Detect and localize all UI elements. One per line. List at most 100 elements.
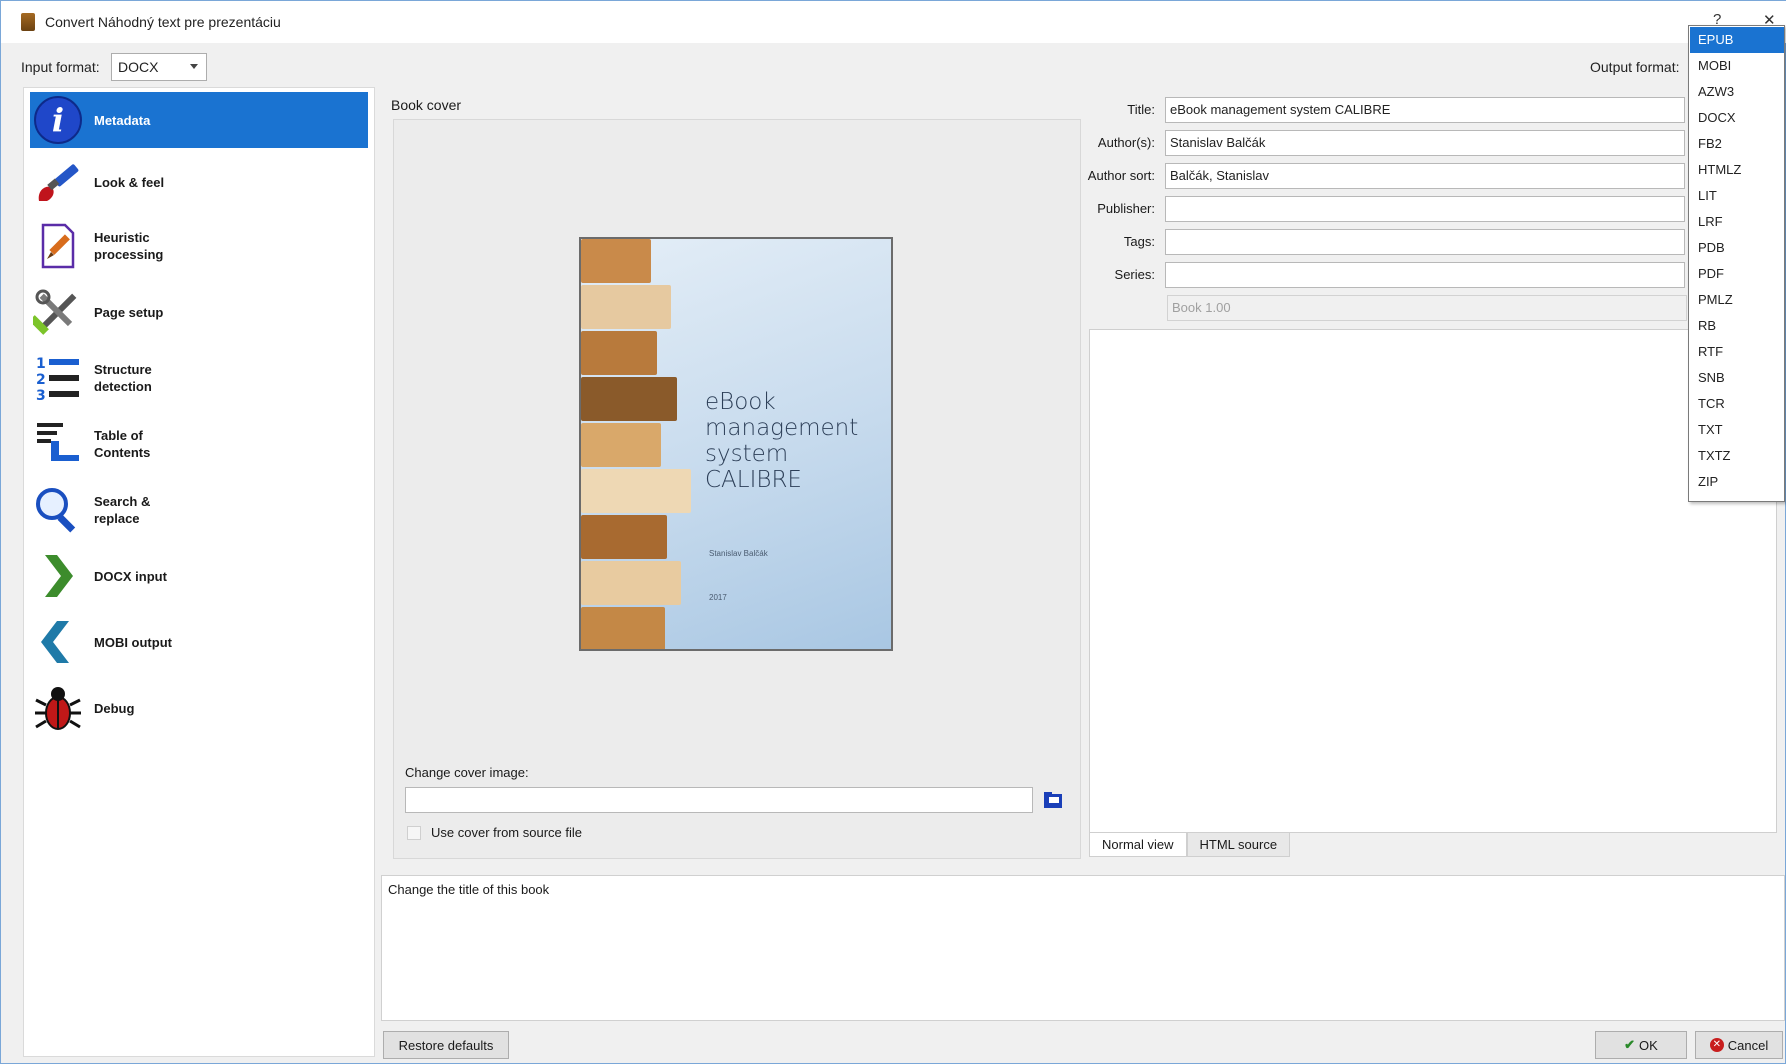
info-icon: i bbox=[30, 92, 86, 148]
comments-editor[interactable] bbox=[1089, 329, 1777, 833]
series-label: Series: bbox=[1114, 267, 1155, 282]
folder-icon bbox=[1044, 792, 1062, 808]
window-title: Convert Náhodný text pre prezentáciu bbox=[45, 14, 281, 30]
change-cover-label: Change cover image: bbox=[405, 765, 529, 780]
author-sort-label: Author sort: bbox=[1087, 168, 1155, 183]
tools-icon bbox=[30, 284, 86, 340]
sidebar-item-label-2: Contents bbox=[94, 445, 151, 460]
sidebar-item-structure[interactable]: 123 Structure detection bbox=[30, 350, 368, 406]
use-source-cover-label: Use cover from source file bbox=[431, 825, 582, 840]
sidebar-item-label-2: processing bbox=[94, 247, 164, 262]
use-source-cover-checkbox[interactable] bbox=[407, 825, 421, 840]
sidebar-item-heuristic[interactable]: Heuristic processing bbox=[30, 218, 368, 274]
author-sort-field[interactable]: Balčák, Stanislav bbox=[1165, 163, 1685, 189]
input-format-select[interactable]: DOCX bbox=[111, 53, 207, 81]
numbered-list-icon: 123 bbox=[30, 350, 86, 406]
sidebar-item-label: Debug bbox=[94, 700, 135, 716]
dropdown-option-zip[interactable]: ZIP bbox=[1690, 469, 1784, 495]
svg-text:2: 2 bbox=[36, 372, 46, 388]
svg-text:1: 1 bbox=[36, 356, 46, 372]
sidebar-item-metadata[interactable]: i Metadata bbox=[30, 92, 368, 148]
series-field[interactable] bbox=[1165, 262, 1685, 288]
tab-html-source[interactable]: HTML source bbox=[1186, 833, 1291, 857]
cover-path-input[interactable] bbox=[405, 787, 1033, 813]
sidebar-item-label: MOBI output bbox=[94, 634, 172, 650]
dropdown-option-fb2[interactable]: FB2 bbox=[1690, 131, 1784, 157]
sidebar-item-label: Look & feel bbox=[94, 174, 165, 190]
help-text-box: Change the title of this book bbox=[381, 875, 1785, 1021]
publisher-field[interactable] bbox=[1165, 196, 1685, 222]
book-cover-image[interactable]: eBook management system CALIBRE Stanisla… bbox=[579, 237, 893, 651]
sidebar-item-label: Page setup bbox=[94, 304, 164, 320]
browse-cover-button[interactable] bbox=[1041, 789, 1065, 811]
sidebar-item-docx-input[interactable]: DOCX input bbox=[30, 548, 368, 604]
sidebar-item-debug[interactable]: Debug bbox=[30, 680, 368, 736]
dropdown-option-pdf[interactable]: PDF bbox=[1690, 261, 1784, 287]
magnifier-icon bbox=[30, 482, 86, 538]
dropdown-option-rb[interactable]: RB bbox=[1690, 313, 1784, 339]
cancel-icon: ✕ bbox=[1709, 1038, 1724, 1052]
checkmark-icon: ✔ bbox=[1624, 1037, 1636, 1052]
title-field[interactable]: eBook management system CALIBRE bbox=[1165, 97, 1685, 123]
sidebar-item-search-replace[interactable]: Search & replace bbox=[30, 482, 368, 538]
output-format-dropdown[interactable]: EPUB MOBI AZW3 DOCX FB2 HTMLZ LIT LRF PD… bbox=[1688, 25, 1785, 502]
dropdown-option-lrf[interactable]: LRF bbox=[1690, 209, 1784, 235]
dropdown-option-lit[interactable]: LIT bbox=[1690, 183, 1784, 209]
dropdown-option-epub[interactable]: EPUB bbox=[1690, 27, 1784, 53]
arrow-right-icon bbox=[30, 548, 86, 604]
sidebar-item-label: DOCX input bbox=[94, 568, 167, 584]
sidebar-item-page-setup[interactable]: Page setup bbox=[30, 284, 368, 340]
cover-title-text: eBook management system CALIBRE bbox=[705, 389, 859, 493]
dropdown-option-tcr[interactable]: TCR bbox=[1690, 391, 1784, 417]
bug-icon bbox=[30, 680, 86, 736]
chevron-down-icon bbox=[190, 64, 198, 69]
dropdown-option-txtz[interactable]: TXTZ bbox=[1690, 443, 1784, 469]
calibre-app-icon bbox=[21, 13, 35, 31]
cover-author-text: Stanislav Balčák bbox=[709, 549, 768, 558]
restore-defaults-button[interactable]: Restore defaults bbox=[383, 1031, 509, 1059]
tags-label: Tags: bbox=[1123, 234, 1155, 249]
arrow-left-icon bbox=[30, 614, 86, 670]
editor-tabs: Normal view HTML source bbox=[1089, 833, 1291, 857]
sidebar-item-label: Structure bbox=[94, 362, 152, 377]
dropdown-option-docx[interactable]: DOCX bbox=[1690, 105, 1784, 131]
dropdown-option-snb[interactable]: SNB bbox=[1690, 365, 1784, 391]
dropdown-option-rtf[interactable]: RTF bbox=[1690, 339, 1784, 365]
dropdown-option-pdb[interactable]: PDB bbox=[1690, 235, 1784, 261]
sidebar-item-look-feel[interactable]: Look & feel bbox=[30, 154, 368, 210]
dropdown-option-mobi[interactable]: MOBI bbox=[1690, 53, 1784, 79]
document-pencil-icon bbox=[30, 218, 86, 274]
sidebar-item-label: Table of bbox=[94, 428, 143, 443]
authors-label: Author(s): bbox=[1097, 135, 1155, 150]
cover-year-text: 2017 bbox=[709, 593, 727, 602]
book-cover-label: Book cover bbox=[391, 97, 462, 113]
input-format-label: Input format: bbox=[21, 59, 100, 75]
output-format-label: Output format: bbox=[1590, 59, 1680, 75]
authors-field[interactable]: Stanislav Balčák bbox=[1165, 130, 1685, 156]
use-source-cover-row[interactable]: Use cover from source file bbox=[407, 825, 582, 840]
tab-normal-view[interactable]: Normal view bbox=[1089, 833, 1187, 857]
dropdown-option-azw3[interactable]: AZW3 bbox=[1690, 79, 1784, 105]
svg-text:3: 3 bbox=[36, 388, 46, 403]
series-index-spinbox[interactable]: Book 1.00 bbox=[1167, 295, 1687, 321]
sidebar-item-label-2: replace bbox=[94, 511, 140, 526]
title-label: Title: bbox=[1127, 102, 1155, 117]
toc-icon bbox=[30, 416, 86, 472]
sidebar-item-toc[interactable]: Table of Contents bbox=[30, 416, 368, 472]
publisher-label: Publisher: bbox=[1097, 201, 1155, 216]
cancel-button[interactable]: ✕ Cancel bbox=[1695, 1031, 1783, 1059]
convert-dialog: Convert Náhodný text pre prezentáciu ? ✕… bbox=[0, 0, 1786, 1064]
ok-button[interactable]: ✔ OK bbox=[1595, 1031, 1687, 1059]
tags-field[interactable] bbox=[1165, 229, 1685, 255]
dropdown-option-pmlz[interactable]: PMLZ bbox=[1690, 287, 1784, 313]
dropdown-option-htmlz[interactable]: HTMLZ bbox=[1690, 157, 1784, 183]
title-bar: Convert Náhodný text pre prezentáciu ? ✕ bbox=[1, 1, 1786, 43]
sidebar-item-label: Heuristic bbox=[94, 230, 150, 245]
svg-text:i: i bbox=[52, 101, 64, 139]
paintbrush-icon bbox=[30, 154, 86, 210]
help-text: Change the title of this book bbox=[388, 882, 550, 897]
sidebar-item-mobi-output[interactable]: MOBI output bbox=[30, 614, 368, 670]
options-sidebar: i Metadata Look & feel Heuristic process… bbox=[23, 87, 375, 1057]
input-format-value: DOCX bbox=[118, 59, 159, 75]
dropdown-option-txt[interactable]: TXT bbox=[1690, 417, 1784, 443]
